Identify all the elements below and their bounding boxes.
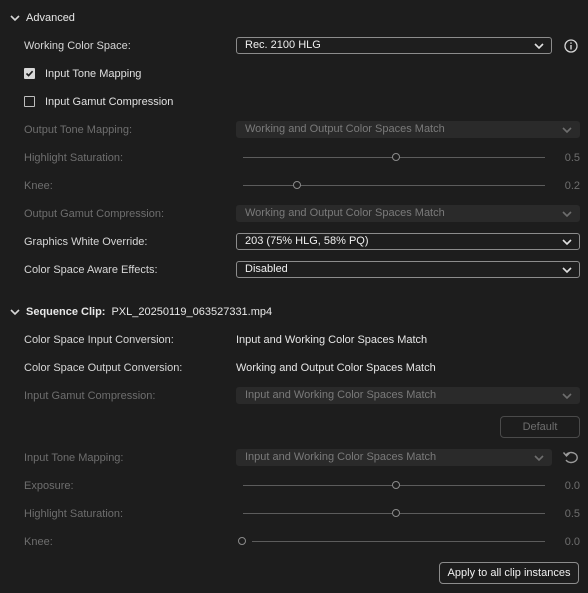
clip-input-tone-mapping-value: Input and Working Color Spaces Match [245,451,437,463]
highlight-saturation-label: Highlight Saturation: [24,152,124,164]
advanced-section-header[interactable]: Advanced [10,12,75,24]
clip-input-gamut-compression-label: Input Gamut Compression: [24,390,156,402]
chevron-down-icon [534,455,544,462]
chevron-down-icon [10,15,20,22]
color-space-output-conversion-value: Working and Output Color Spaces Match [236,362,436,374]
exposure-slider-handle[interactable] [392,481,400,489]
clip-knee-label: Knee: [24,536,53,548]
output-tone-mapping-select[interactable]: Working and Output Color Spaces Match [236,121,580,138]
working-color-space-label: Working Color Space: [24,40,131,52]
clip-knee-slider-handle[interactable] [238,537,246,545]
clip-highlight-saturation-slider-handle[interactable] [392,509,400,517]
highlight-saturation-slider-handle[interactable] [392,153,400,161]
color-space-output-conversion-label: Color Space Output Conversion: [24,362,183,374]
color-space-aware-effects-value: Disabled [245,263,288,275]
color-space-aware-effects-label: Color Space Aware Effects: [24,264,158,276]
input-tone-mapping-label[interactable]: Input Tone Mapping [45,68,141,80]
default-button[interactable]: Default [500,416,580,438]
input-gamut-compression-label[interactable]: Input Gamut Compression [45,96,173,108]
output-gamut-compression-select[interactable]: Working and Output Color Spaces Match [236,205,580,222]
info-icon[interactable] [564,39,578,53]
knee-value: 0.2 [564,180,580,192]
clip-input-gamut-compression-value: Input and Working Color Spaces Match [245,389,437,401]
output-tone-mapping-label: Output Tone Mapping: [24,124,133,136]
sequence-clip-title-prefix: Sequence Clip: [26,306,106,318]
knee-label: Knee: [24,180,53,192]
apply-to-all-clip-instances-button[interactable]: Apply to all clip instances [439,562,579,584]
output-tone-mapping-value: Working and Output Color Spaces Match [245,123,445,135]
advanced-section-title: Advanced [26,12,75,24]
knee-slider-handle[interactable] [293,181,301,189]
working-color-space-value: Rec. 2100 HLG [245,39,321,51]
graphics-white-override-select[interactable]: 203 (75% HLG, 58% PQ) [236,233,580,250]
input-tone-mapping-checkbox[interactable] [24,68,35,79]
chevron-down-icon [562,127,572,134]
chevron-down-icon [10,309,20,316]
checkmark-icon [25,70,34,77]
sequence-clip-name: PXL_20250119_063527331.mp4 [111,306,273,318]
chevron-down-icon [562,211,572,218]
exposure-label: Exposure: [24,480,74,492]
graphics-white-override-value: 203 (75% HLG, 58% PQ) [245,235,369,247]
clip-input-tone-mapping-select[interactable]: Input and Working Color Spaces Match [236,449,552,466]
color-space-input-conversion-label: Color Space Input Conversion: [24,334,174,346]
chevron-down-icon [562,239,572,246]
knee-slider-track[interactable] [243,185,545,186]
output-gamut-compression-value: Working and Output Color Spaces Match [245,207,445,219]
clip-highlight-saturation-label: Highlight Saturation: [24,508,124,520]
color-space-input-conversion-value: Input and Working Color Spaces Match [236,334,428,346]
graphics-white-override-label: Graphics White Override: [24,236,148,248]
clip-highlight-saturation-value: 0.5 [564,508,580,520]
highlight-saturation-value: 0.5 [564,152,580,164]
output-gamut-compression-label: Output Gamut Compression: [24,208,165,220]
input-gamut-compression-checkbox[interactable] [24,96,35,107]
chevron-down-icon [562,267,572,274]
clip-knee-slider-track[interactable] [252,541,545,542]
chevron-down-icon [562,393,572,400]
clip-knee-value: 0.0 [564,536,580,548]
color-space-aware-effects-select[interactable]: Disabled [236,261,580,278]
sequence-clip-section-header[interactable]: Sequence Clip: PXL_20250119_063527331.mp4 [10,306,272,318]
reset-icon[interactable] [562,450,580,464]
exposure-value: 0.0 [564,480,580,492]
working-color-space-select[interactable]: Rec. 2100 HLG [236,37,552,54]
chevron-down-icon [534,43,544,50]
clip-input-gamut-compression-select[interactable]: Input and Working Color Spaces Match [236,387,580,404]
clip-input-tone-mapping-label: Input Tone Mapping: [24,452,124,464]
